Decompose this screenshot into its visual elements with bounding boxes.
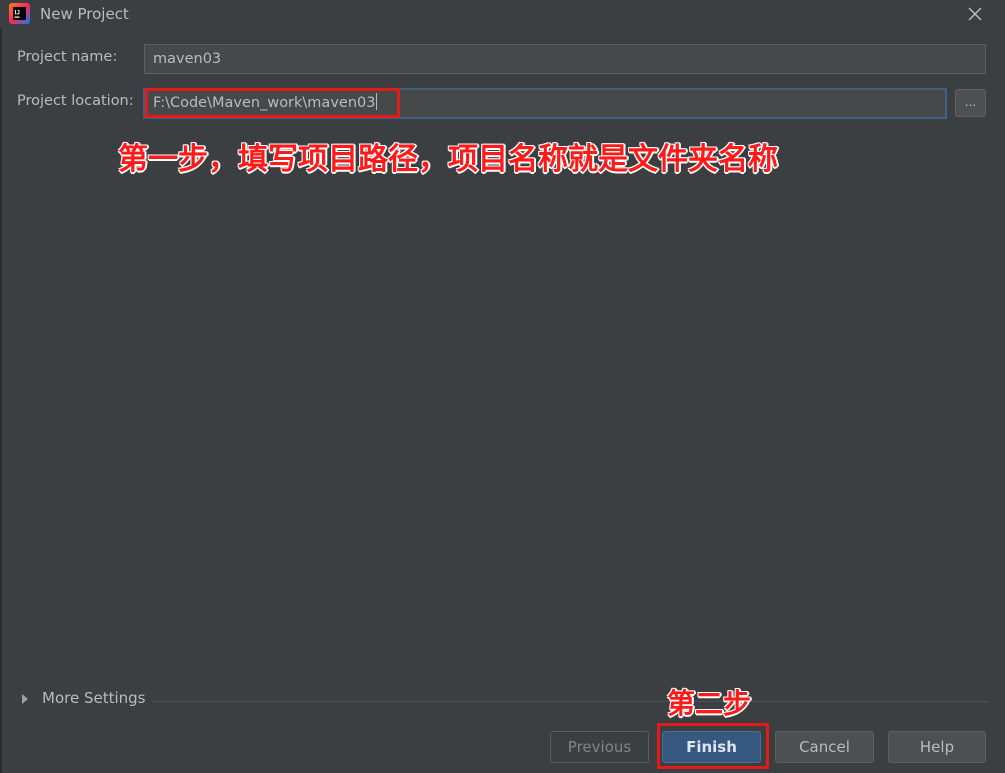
expand-triangle-icon: [22, 694, 28, 704]
annotation-step1-text: 第一步，填写项目路径，项目名称就是文件夹名称: [118, 142, 778, 177]
annotation-step2-text: 第二步: [667, 687, 752, 720]
more-settings-label: More Settings: [42, 689, 146, 707]
project-location-label: Project location:: [17, 93, 134, 109]
window-title: New Project: [40, 5, 129, 23]
project-name-input[interactable]: maven03: [144, 44, 986, 74]
project-name-value: maven03: [153, 51, 222, 67]
window-left-edge: [0, 28, 2, 773]
previous-button[interactable]: Previous: [550, 731, 649, 763]
close-icon[interactable]: [962, 2, 988, 26]
project-name-label: Project name:: [17, 49, 118, 65]
help-button[interactable]: Help: [888, 731, 986, 763]
title-bar: IJ New Project: [0, 0, 1005, 28]
intellij-idea-icon: IJ: [9, 3, 30, 24]
browse-button[interactable]: ...: [955, 89, 986, 117]
finish-button[interactable]: Finish: [662, 731, 761, 763]
annotation-highlight-location: [145, 88, 400, 118]
cancel-button[interactable]: Cancel: [775, 731, 874, 763]
more-settings-divider: [153, 701, 988, 702]
svg-text:IJ: IJ: [15, 10, 21, 17]
